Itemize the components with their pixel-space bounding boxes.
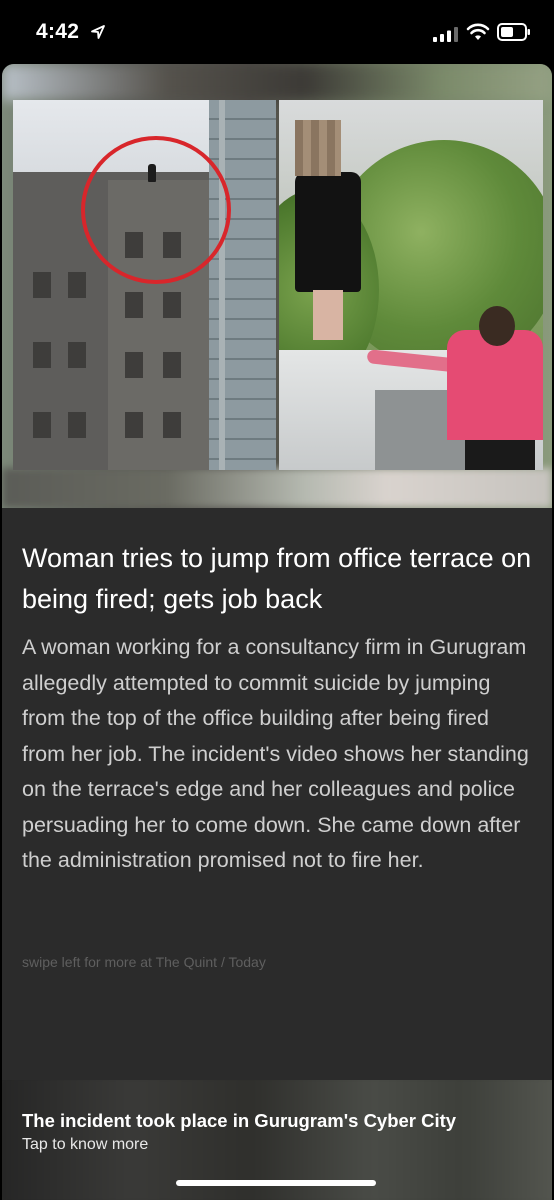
source-time: Today (228, 954, 266, 970)
hero-blur-bottom (2, 468, 552, 508)
news-card[interactable]: Woman tries to jump from office terrace … (2, 64, 552, 1200)
man-legs (465, 440, 535, 470)
source-line[interactable]: swipe left for more at The Quint / Today (22, 954, 266, 970)
terrace-photo (279, 100, 543, 470)
wifi-icon (466, 23, 490, 40)
man-head (479, 306, 515, 346)
article-body: A woman working for a consultancy firm i… (22, 635, 529, 872)
woman-legs (313, 290, 343, 340)
window (125, 352, 143, 378)
window (163, 412, 181, 438)
window (68, 272, 86, 298)
footer-title[interactable]: The incident took place in Gurugram's Cy… (22, 1110, 456, 1132)
source-separator: / (217, 954, 229, 970)
battery-icon (497, 23, 530, 41)
man-figure (447, 330, 543, 440)
pixelated-face (295, 120, 341, 176)
hero-blur-top (2, 64, 552, 100)
article-headline: Woman tries to jump from office terrace … (22, 543, 532, 614)
window (68, 342, 86, 368)
woman-figure (295, 172, 361, 292)
source-name[interactable]: The Quint (156, 954, 217, 970)
footer-subtitle[interactable]: Tap to know more (22, 1136, 148, 1154)
home-indicator[interactable] (176, 1180, 376, 1186)
window (163, 292, 181, 318)
signal-icon (433, 27, 458, 42)
window (125, 412, 143, 438)
location-arrow-icon (91, 25, 105, 39)
source-prefix: swipe left for more at (22, 954, 156, 970)
window (68, 412, 86, 438)
window (33, 272, 51, 298)
window (125, 292, 143, 318)
window (33, 412, 51, 438)
glass-building (209, 100, 276, 470)
window (33, 342, 51, 368)
window (163, 352, 181, 378)
hero-image[interactable] (2, 64, 552, 508)
highlight-circle (81, 136, 231, 284)
status-bar: 4:42 (0, 0, 554, 64)
building-photo (13, 100, 276, 470)
status-time: 4:42 (36, 20, 80, 43)
